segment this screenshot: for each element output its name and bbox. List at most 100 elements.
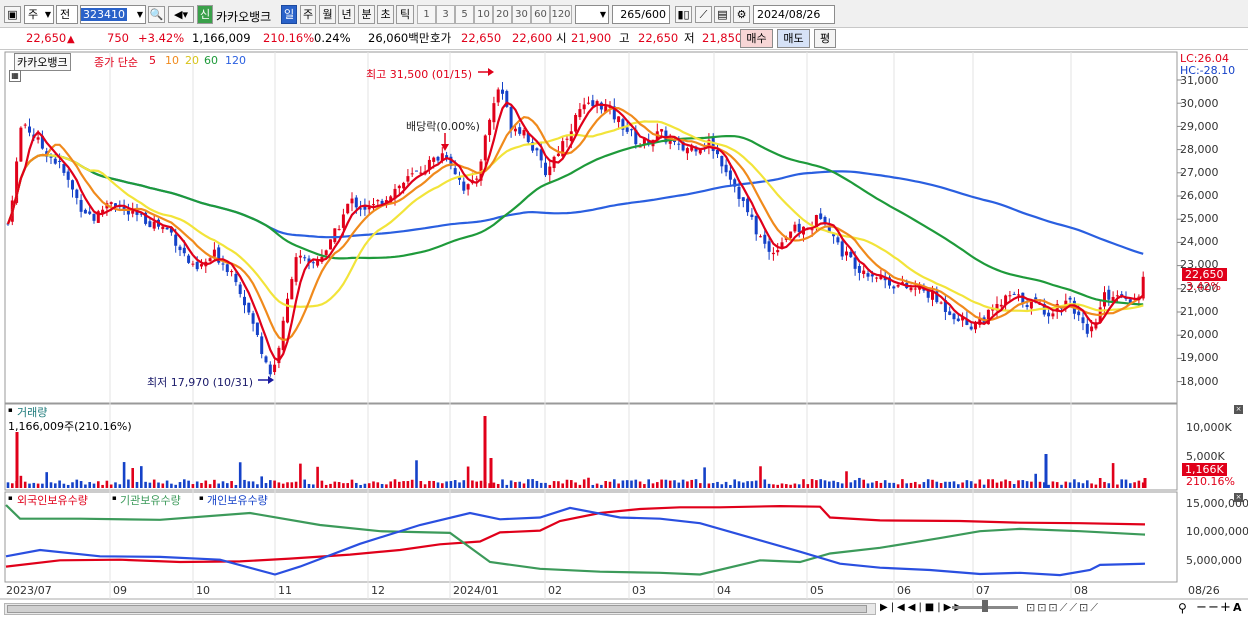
candle-body xyxy=(316,260,320,266)
stock-chart[interactable] xyxy=(0,50,1248,621)
volume-bar xyxy=(896,484,900,488)
candle-body xyxy=(161,226,165,230)
pane-icon[interactable]: ▪ xyxy=(199,494,204,502)
candle-body xyxy=(496,89,500,103)
price-change-pct: +3.42% xyxy=(138,31,185,45)
volume-bar xyxy=(522,483,526,488)
close-icon[interactable]: × xyxy=(1234,493,1243,502)
drawing-icon[interactable]: ⟋ xyxy=(695,6,712,23)
gear-icon[interactable]: ⚙ xyxy=(733,6,750,23)
scrollbar-thumb[interactable] xyxy=(7,605,867,613)
candle-body xyxy=(238,284,242,295)
chart-scrollbar[interactable] xyxy=(4,603,876,615)
pane-icon[interactable]: ▪ xyxy=(8,494,13,502)
tab-period-month[interactable]: 월 xyxy=(319,5,336,24)
interval-button[interactable]: 5 xyxy=(455,5,474,24)
zoom-out-icon[interactable]: − xyxy=(1196,600,1207,615)
volume-bar xyxy=(763,479,767,488)
candle-body xyxy=(793,224,797,232)
speaker-icon[interactable]: ◀▾ xyxy=(168,6,194,23)
tab-period-day[interactable]: 일 xyxy=(281,5,297,24)
volume-bar xyxy=(256,484,259,488)
volume-bar xyxy=(19,475,23,488)
volume-bar xyxy=(307,483,311,488)
prev-button[interactable]: 전 xyxy=(56,5,78,24)
search-icon[interactable]: 🔍 xyxy=(148,6,165,23)
volume-bar xyxy=(570,480,573,488)
institution-legend[interactable]: 기관보유수량 xyxy=(120,492,181,508)
tab-period-minute[interactable]: 분 xyxy=(358,5,375,24)
interval-button[interactable]: 20 xyxy=(493,5,512,24)
zoom-slider-handle[interactable] xyxy=(982,600,988,612)
volume-bar xyxy=(587,477,590,488)
volume-bar xyxy=(965,480,969,488)
tab-period-second[interactable]: 초 xyxy=(377,5,394,24)
volume-bar xyxy=(200,482,203,488)
sell-button[interactable]: 매도 xyxy=(777,29,810,48)
interval-button[interactable]: 30 xyxy=(512,5,531,24)
evaluate-button[interactable]: 평 xyxy=(814,29,836,48)
volume-bar xyxy=(561,483,564,488)
interval-custom-input[interactable]: ▼ xyxy=(575,5,609,24)
ma5-legend[interactable]: 5 xyxy=(149,54,156,67)
stock-code-input[interactable]: 323410 ▼ xyxy=(80,5,146,24)
candle-body xyxy=(225,264,229,273)
candle-body xyxy=(754,215,758,235)
candle-body xyxy=(741,197,745,201)
individual-legend[interactable]: 개인보유수량 xyxy=(207,492,268,508)
date-input[interactable]: 2024/08/26 xyxy=(753,5,835,24)
ma10-legend[interactable]: 10 xyxy=(165,54,179,67)
minus-icon[interactable]: − xyxy=(1208,600,1219,615)
volume-bar xyxy=(423,484,427,488)
volume-bar xyxy=(699,483,702,488)
ma20-legend[interactable]: 20 xyxy=(185,54,199,67)
volume-bar xyxy=(140,466,143,488)
candle-body xyxy=(298,255,302,258)
volume-bar xyxy=(901,479,904,488)
font-size-icon[interactable]: A xyxy=(1233,601,1242,614)
candle-body xyxy=(75,189,79,198)
tab-period-year[interactable]: 년 xyxy=(338,5,355,24)
zoom-icon[interactable]: ⚲ xyxy=(1178,601,1187,615)
chart-type-icon[interactable]: ▣ xyxy=(4,6,21,23)
volume-bar xyxy=(539,482,543,488)
tab-period-week[interactable]: 주 xyxy=(300,5,316,24)
zoom-in-icon[interactable]: + xyxy=(1220,600,1231,615)
volume-bar xyxy=(161,483,165,488)
pane-icon[interactable]: ▪ xyxy=(112,494,117,502)
tab-period-tick[interactable]: 틱 xyxy=(396,5,414,24)
interval-button[interactable]: 1 xyxy=(417,5,436,24)
volume-bar xyxy=(453,480,457,488)
interval-button[interactable]: 10 xyxy=(474,5,493,24)
candle-body xyxy=(208,258,212,262)
grid-icon[interactable]: ▦ xyxy=(9,70,21,82)
volume-bar xyxy=(595,483,599,488)
volume-bar xyxy=(677,482,681,488)
interval-button[interactable]: 60 xyxy=(531,5,550,24)
buy-button[interactable]: 매수 xyxy=(740,29,773,48)
volume-bar xyxy=(367,483,371,488)
candle-body xyxy=(913,288,917,290)
interval-button[interactable]: 120 xyxy=(550,5,572,24)
tool-icons[interactable]: ⊡⊡⊡⟋⟋⊡⟋ xyxy=(1026,601,1100,615)
candle-body xyxy=(281,320,285,351)
volume-bar xyxy=(479,480,483,488)
data-count-input[interactable]: 265/600 xyxy=(612,5,670,24)
ma120-legend[interactable]: 120 xyxy=(225,54,246,67)
save-icon[interactable]: ▤ xyxy=(714,6,731,23)
x-tick: 02 xyxy=(548,584,562,597)
foreign-legend[interactable]: 외국인보유수량 xyxy=(17,492,88,508)
volume-bar xyxy=(668,480,672,488)
ma60-legend[interactable]: 60 xyxy=(204,54,218,67)
volume-bar xyxy=(746,481,749,488)
volume-bar xyxy=(862,479,865,488)
volume-bar xyxy=(987,479,990,488)
pane-icon[interactable]: ▪ xyxy=(8,406,13,414)
market-select[interactable]: 주 ▼ xyxy=(24,5,54,24)
high-price: 22,650 xyxy=(638,31,679,45)
close-icon[interactable]: × xyxy=(1234,405,1243,414)
candle-body xyxy=(251,313,255,324)
candle-icon[interactable]: ▮▯ xyxy=(675,6,692,23)
stock-tag[interactable]: 카카오뱅크 xyxy=(14,53,71,71)
interval-button[interactable]: 3 xyxy=(436,5,455,24)
